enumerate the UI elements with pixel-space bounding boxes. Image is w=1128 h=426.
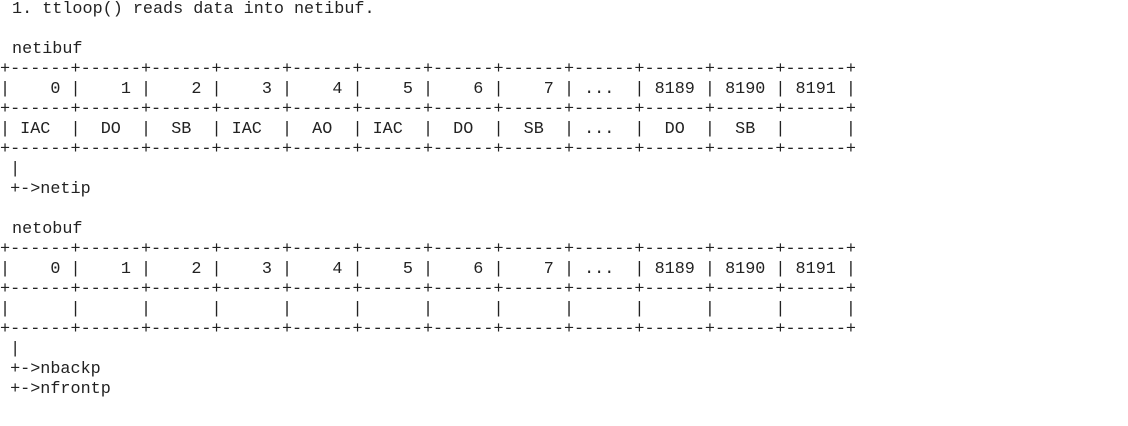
netibuf-buffer-diagram: +------+------+------+------+------+----…	[0, 60, 856, 199]
netobuf-label: netobuf	[12, 220, 83, 239]
netibuf-label: netibuf	[12, 40, 83, 59]
step-caption: 1. ttloop() reads data into netibuf.	[12, 0, 375, 19]
netobuf-buffer-diagram: +------+------+------+------+------+----…	[0, 240, 856, 399]
